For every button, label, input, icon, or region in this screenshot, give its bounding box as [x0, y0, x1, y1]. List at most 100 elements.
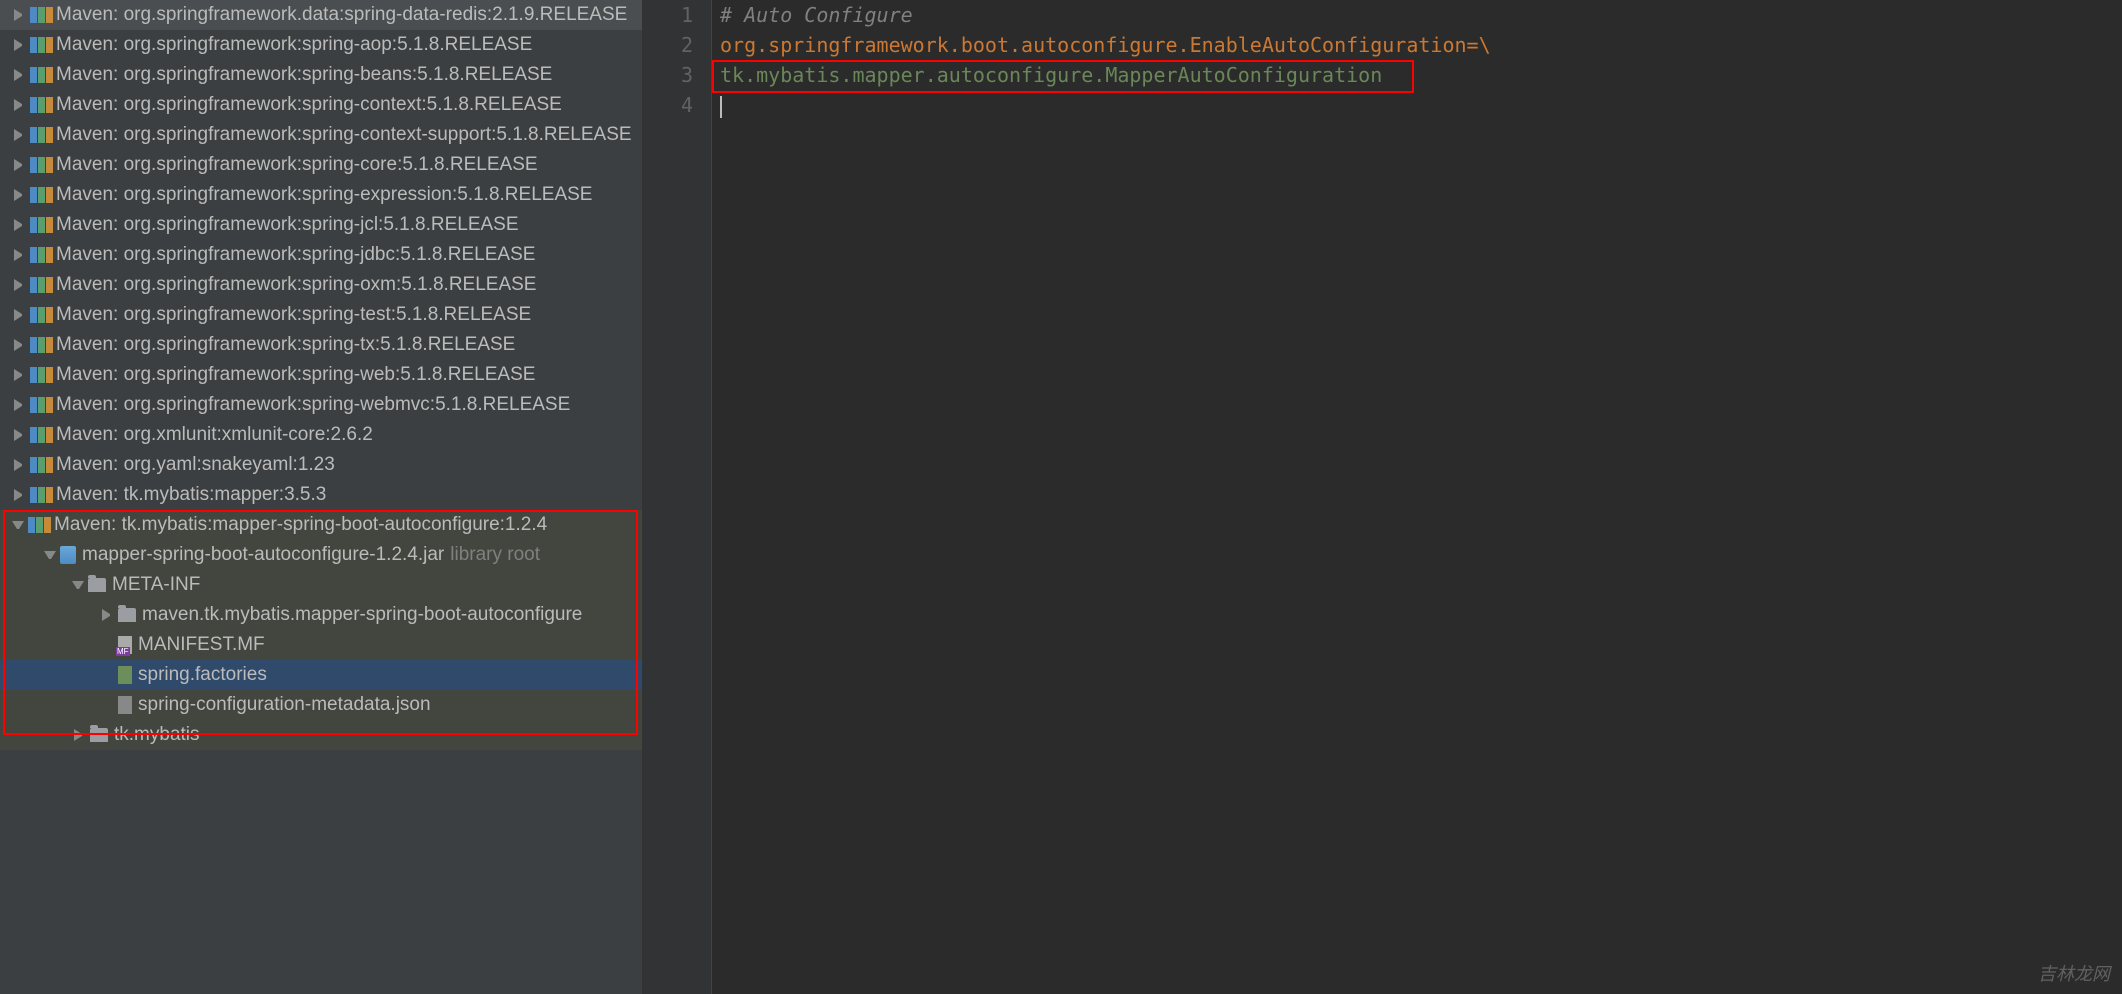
- tree-row[interactable]: Maven: tk.mybatis:mapper:3.5.3: [0, 480, 642, 510]
- editor-gutter: 1 2 3 4: [642, 0, 712, 994]
- chevron-right-icon[interactable]: [102, 609, 114, 621]
- library-icon: [30, 157, 50, 173]
- chevron-right-icon[interactable]: [14, 489, 26, 501]
- library-icon: [30, 7, 50, 23]
- chevron-right-icon[interactable]: [14, 99, 26, 111]
- editor-panel[interactable]: 1 2 3 4 # Auto Configure org.springframe…: [642, 0, 2122, 994]
- library-icon: [30, 307, 50, 323]
- tree-row[interactable]: Maven: org.springframework:spring-jcl:5.…: [0, 210, 642, 240]
- tree-row[interactable]: maven.tk.mybatis.mapper-spring-boot-auto…: [0, 600, 642, 630]
- chevron-right-icon[interactable]: [14, 69, 26, 81]
- chevron-down-icon[interactable]: [44, 551, 56, 563]
- tree-item-label: Maven: org.springframework:spring-test:5…: [56, 304, 531, 326]
- chevron-right-icon[interactable]: [14, 219, 26, 231]
- chevron-right-icon[interactable]: [14, 309, 26, 321]
- library-icon: [30, 37, 50, 53]
- tree-row[interactable]: tk.mybatis: [0, 720, 642, 750]
- chevron-right-icon[interactable]: [14, 459, 26, 471]
- chevron-right-icon[interactable]: [14, 399, 26, 411]
- tree-item-label: Maven: org.springframework:spring-aop:5.…: [56, 34, 532, 56]
- library-icon: [30, 277, 50, 293]
- library-icon: [30, 97, 50, 113]
- factories-file-icon: [118, 666, 132, 684]
- tree-item-label: Maven: org.springframework:spring-contex…: [56, 124, 632, 146]
- tree-row[interactable]: Maven: org.springframework:spring-test:5…: [0, 300, 642, 330]
- tree-row[interactable]: Maven: org.springframework:spring-contex…: [0, 90, 642, 120]
- tree-row[interactable]: mapper-spring-boot-autoconfigure-1.2.4.j…: [0, 540, 642, 570]
- tree-item-label: Maven: org.springframework:spring-web:5.…: [56, 364, 535, 386]
- code-comment: # Auto Configure: [720, 3, 913, 27]
- tree-row[interactable]: spring-configuration-metadata.json: [0, 690, 642, 720]
- tree-item-label: Maven: org.yaml:snakeyaml:1.23: [56, 454, 335, 476]
- chevron-right-icon[interactable]: [14, 279, 26, 291]
- tree-row[interactable]: Maven: org.yaml:snakeyaml:1.23: [0, 450, 642, 480]
- chevron-right-icon[interactable]: [74, 729, 86, 741]
- tree-item-label: Maven: org.springframework:spring-webmvc…: [56, 394, 570, 416]
- code-equals-continuation: =\: [1467, 33, 1491, 57]
- tree-row[interactable]: Maven: org.springframework:spring-jdbc:5…: [0, 240, 642, 270]
- tree-item-label: Maven: org.springframework:spring-oxm:5.…: [56, 274, 536, 296]
- editor-code-area[interactable]: # Auto Configure org.springframework.boo…: [712, 0, 2122, 994]
- tree-spacer: [100, 669, 114, 681]
- chevron-right-icon[interactable]: [14, 9, 26, 21]
- tree-item-label: mapper-spring-boot-autoconfigure-1.2.4.j…: [82, 544, 444, 566]
- tree-row[interactable]: Maven: org.springframework:spring-tx:5.1…: [0, 330, 642, 360]
- chevron-right-icon[interactable]: [14, 189, 26, 201]
- library-icon: [30, 127, 50, 143]
- tree-row[interactable]: Maven: org.springframework:spring-contex…: [0, 120, 642, 150]
- tree-row[interactable]: Maven: org.springframework:spring-webmvc…: [0, 390, 642, 420]
- library-icon: [30, 247, 50, 263]
- library-icon: [30, 337, 50, 353]
- library-icon: [30, 67, 50, 83]
- tree-row[interactable]: Maven: org.springframework:spring-web:5.…: [0, 360, 642, 390]
- tree-item-label: spring.factories: [138, 664, 267, 686]
- tree-spacer: [100, 699, 114, 711]
- code-property-value: tk.mybatis.mapper.autoconfigure.MapperAu…: [720, 63, 1382, 87]
- chevron-right-icon[interactable]: [14, 39, 26, 51]
- tree-item-suffix: library root: [450, 544, 540, 566]
- tree-item-label: tk.mybatis: [114, 724, 200, 746]
- chevron-down-icon[interactable]: [12, 521, 24, 533]
- tree-row[interactable]: Maven: org.springframework:spring-oxm:5.…: [0, 270, 642, 300]
- tree-row[interactable]: META-INF: [0, 570, 642, 600]
- tree-item-label: META-INF: [112, 574, 200, 596]
- tree-item-label: MANIFEST.MF: [138, 634, 265, 656]
- tree-row[interactable]: Maven: org.springframework:spring-core:5…: [0, 150, 642, 180]
- chevron-right-icon[interactable]: [14, 429, 26, 441]
- tree-item-label: Maven: tk.mybatis:mapper-spring-boot-aut…: [54, 514, 547, 536]
- chevron-right-icon[interactable]: [14, 129, 26, 141]
- watermark-text: 吉林龙网: [2038, 960, 2110, 986]
- chevron-right-icon[interactable]: [14, 249, 26, 261]
- tree-spacer: [100, 639, 114, 651]
- code-property-key: org.springframework.boot.autoconfigure.E…: [720, 33, 1467, 57]
- folder-icon: [88, 578, 106, 592]
- tree-row[interactable]: MANIFEST.MF: [0, 630, 642, 660]
- chevron-right-icon[interactable]: [14, 339, 26, 351]
- folder-icon: [90, 728, 108, 742]
- tree-item-label: Maven: org.springframework:spring-contex…: [56, 94, 562, 116]
- tree-item-label: Maven: org.springframework:spring-tx:5.1…: [56, 334, 515, 356]
- library-icon: [30, 457, 50, 473]
- library-icon: [30, 487, 50, 503]
- tree-row[interactable]: Maven: org.xmlunit:xmlunit-core:2.6.2: [0, 420, 642, 450]
- chevron-down-icon[interactable]: [72, 581, 84, 593]
- chevron-right-icon[interactable]: [14, 159, 26, 171]
- tree-row[interactable]: Maven: org.springframework.data:spring-d…: [0, 0, 642, 30]
- tree-item-label: Maven: org.springframework:spring-beans:…: [56, 64, 552, 86]
- line-number: 4: [642, 90, 693, 120]
- tree-item-label: Maven: org.springframework.data:spring-d…: [56, 4, 627, 26]
- tree-row[interactable]: spring.factories: [0, 660, 642, 690]
- tree-row[interactable]: Maven: org.springframework:spring-expres…: [0, 180, 642, 210]
- tree-item-label: maven.tk.mybatis.mapper-spring-boot-auto…: [142, 604, 582, 626]
- tree-row[interactable]: Maven: tk.mybatis:mapper-spring-boot-aut…: [0, 510, 642, 540]
- editor-caret: [720, 96, 722, 118]
- tree-row[interactable]: Maven: org.springframework:spring-aop:5.…: [0, 30, 642, 60]
- tree-item-label: Maven: tk.mybatis:mapper:3.5.3: [56, 484, 326, 506]
- tree-item-label: Maven: org.springframework:spring-expres…: [56, 184, 592, 206]
- tree-row[interactable]: Maven: org.springframework:spring-beans:…: [0, 60, 642, 90]
- chevron-right-icon[interactable]: [14, 369, 26, 381]
- folder-icon: [118, 608, 136, 622]
- tree-item-label: Maven: org.springframework:spring-jdbc:5…: [56, 244, 535, 266]
- line-number: 2: [642, 30, 693, 60]
- project-tree-panel[interactable]: Maven: org.springframework.data:spring-d…: [0, 0, 642, 994]
